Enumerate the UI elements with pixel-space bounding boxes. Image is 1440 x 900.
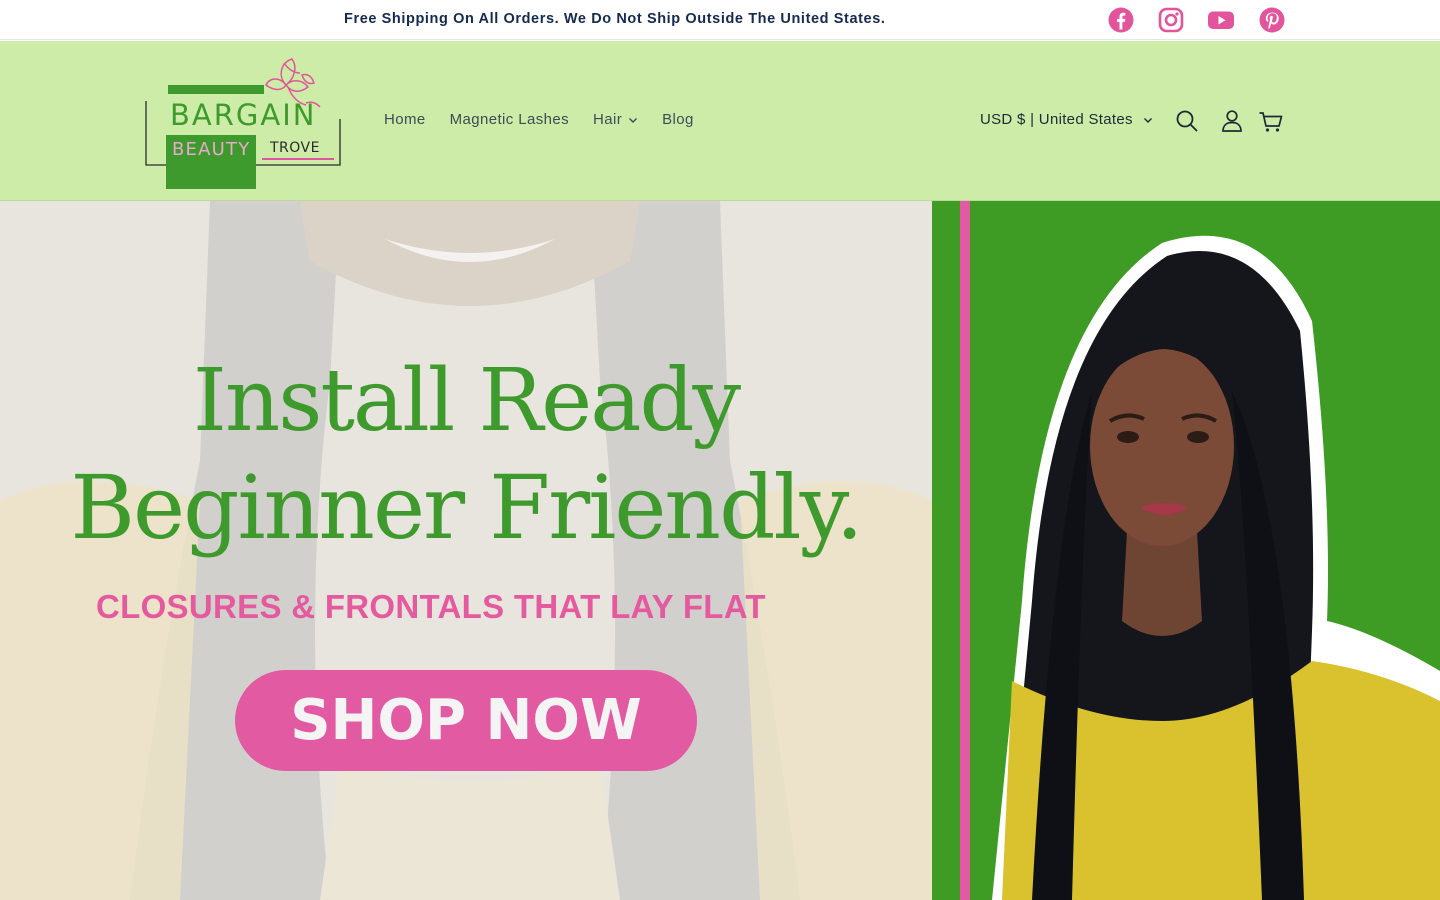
nav-item-magnetic-lashes[interactable]: Magnetic Lashes xyxy=(450,111,569,128)
model-photo xyxy=(932,201,1440,900)
currency-selector[interactable]: USD $ | United States xyxy=(980,111,1153,128)
search-icon[interactable] xyxy=(1174,108,1200,134)
youtube-icon[interactable] xyxy=(1207,6,1235,34)
chevron-down-icon xyxy=(1143,117,1152,123)
pinterest-icon[interactable] xyxy=(1258,6,1286,34)
hero-subheadline: CLOSURES & FRONTALS THAT LAY FLAT xyxy=(96,588,766,625)
logo-line3: TROVE xyxy=(269,140,320,156)
site-header: BARGAIN BEAUTY TROVE Home Magnetic Lashe… xyxy=(0,41,1440,201)
nav-item-hair[interactable]: Hair xyxy=(593,111,638,128)
main-nav: Home Magnetic Lashes Hair Blog xyxy=(384,111,694,128)
account-icon[interactable] xyxy=(1219,108,1245,134)
nav-item-home[interactable]: Home xyxy=(384,111,426,128)
hero-headline-line1: Install Ready xyxy=(192,351,741,451)
cart-icon[interactable] xyxy=(1258,108,1284,134)
site-logo[interactable]: BARGAIN BEAUTY TROVE xyxy=(142,51,346,193)
instagram-icon[interactable] xyxy=(1157,6,1185,34)
currency-label: USD $ | United States xyxy=(980,111,1133,128)
hero-right-panel xyxy=(932,201,1440,900)
logo-line2: BEAUTY xyxy=(172,139,250,160)
hero-banner[interactable]: Install Ready Beginner Friendly. CLOSURE… xyxy=(0,201,1440,900)
announcement-text: Free Shipping On All Orders. We Do Not S… xyxy=(344,11,886,27)
hero-headline-line2: Beginner Friendly. xyxy=(70,456,863,559)
hero-left-panel: Install Ready Beginner Friendly. CLOSURE… xyxy=(0,201,932,900)
chevron-down-icon xyxy=(629,117,638,123)
shop-now-button[interactable]: SHOP NOW xyxy=(235,670,697,771)
facebook-icon[interactable] xyxy=(1107,6,1135,34)
announcement-bar: Free Shipping On All Orders. We Do Not S… xyxy=(0,0,1440,40)
logo-line1: BARGAIN xyxy=(170,98,316,132)
nav-item-blog[interactable]: Blog xyxy=(662,111,694,128)
